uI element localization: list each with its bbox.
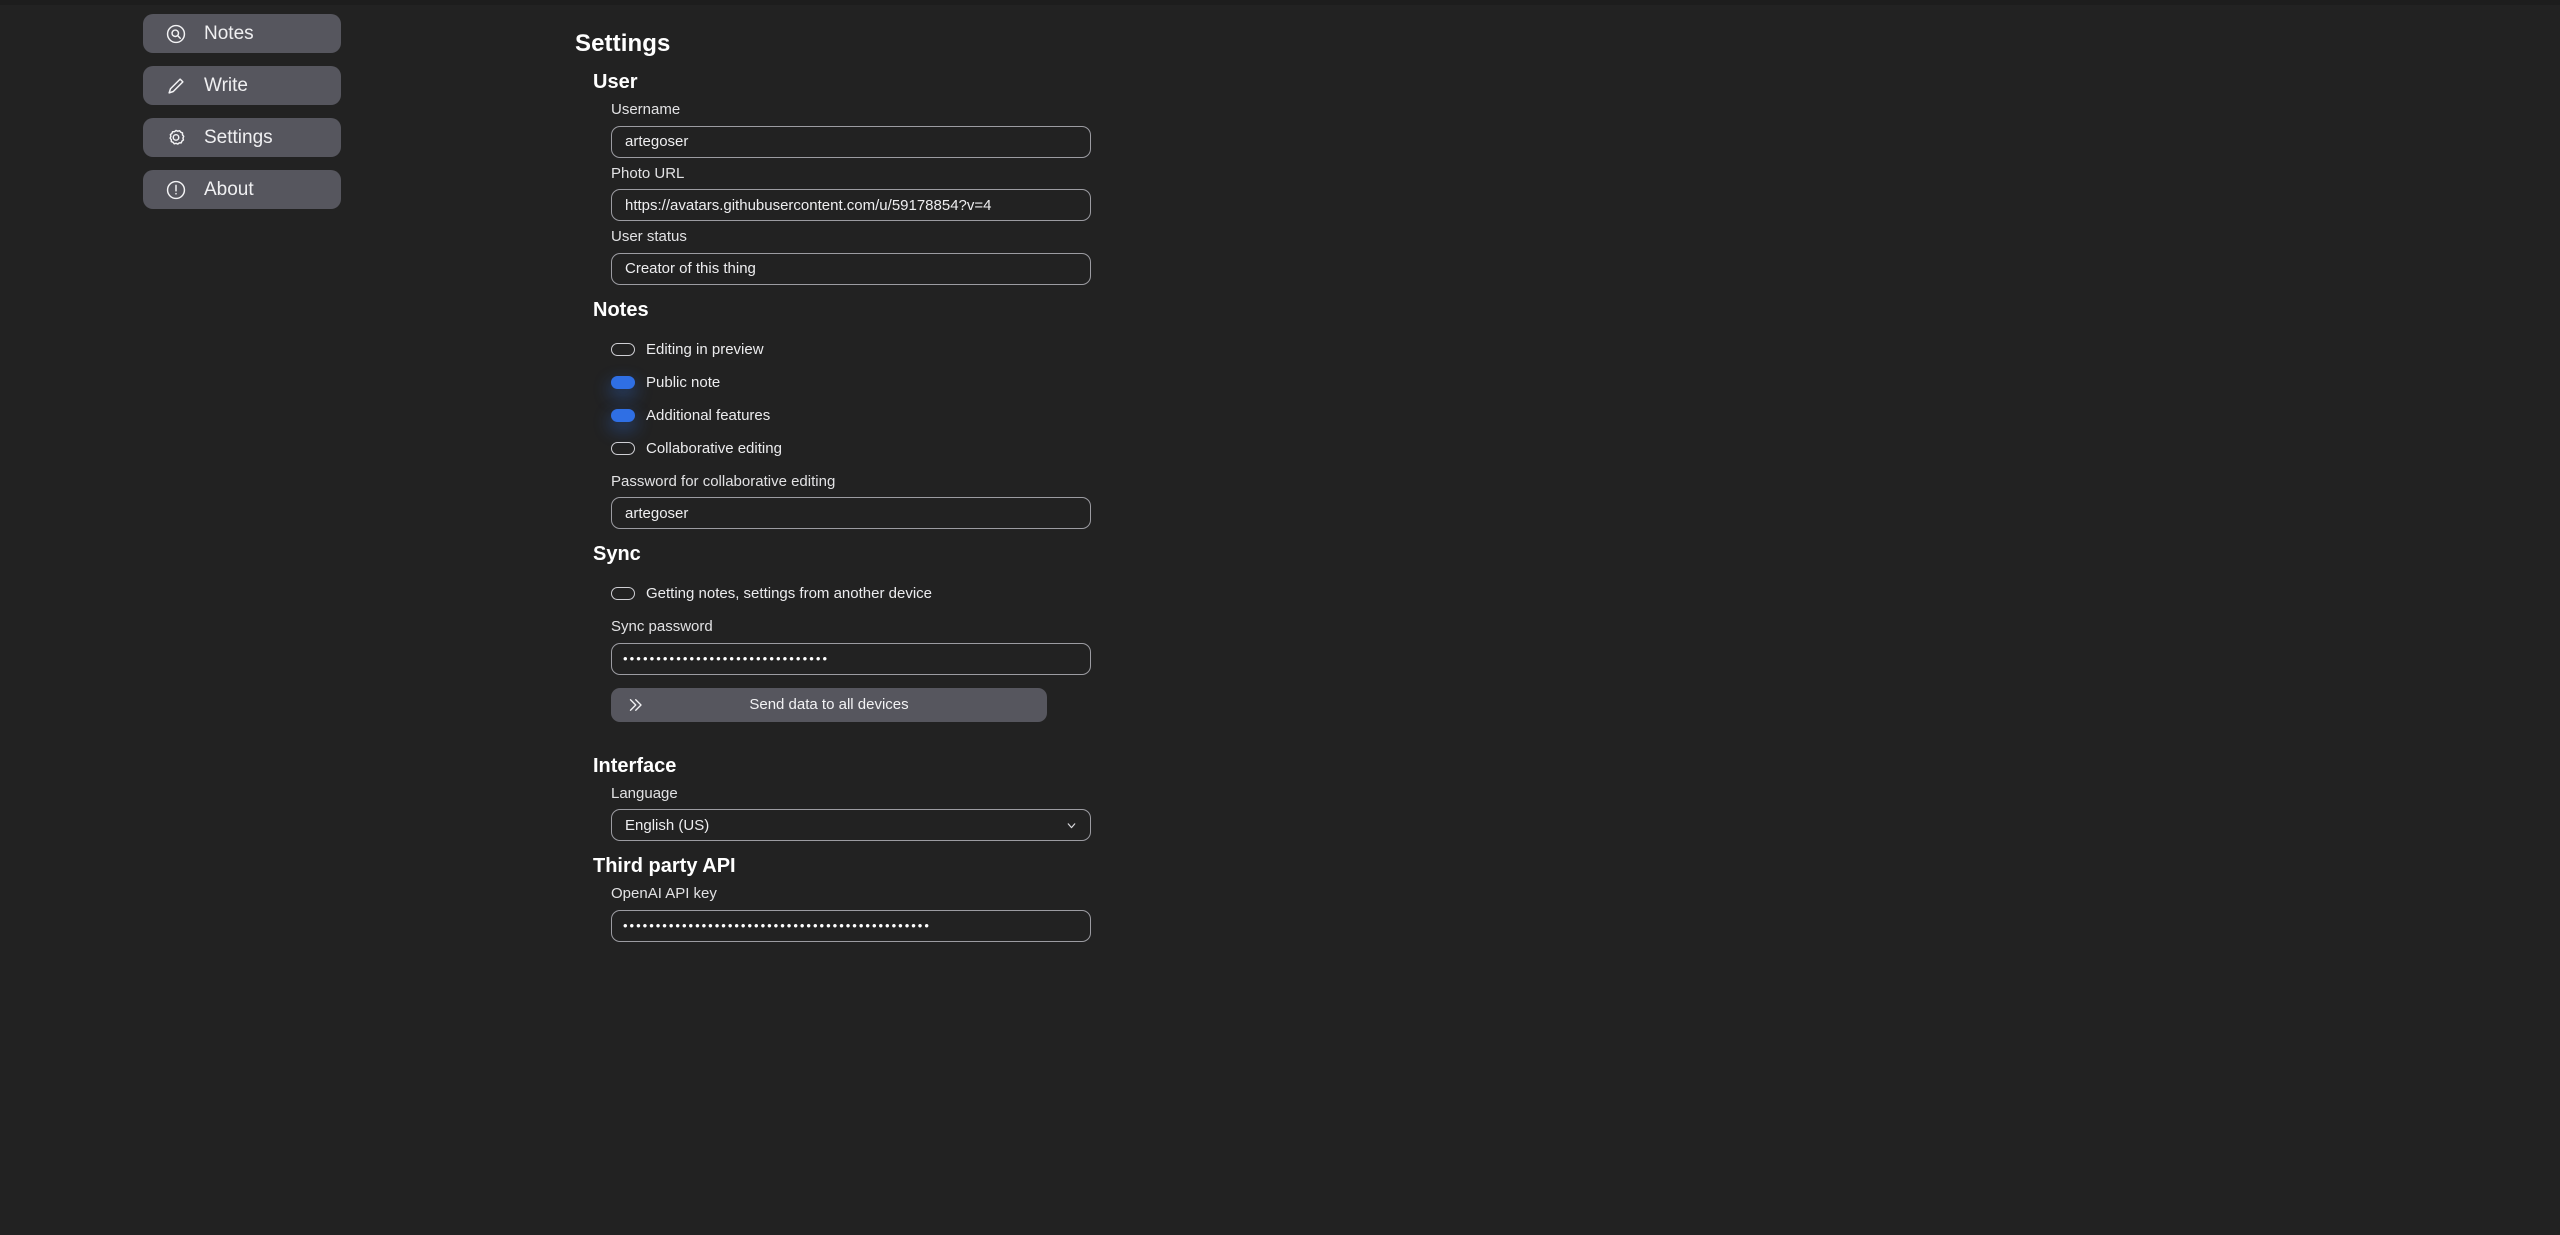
collab-password-label: Password for collaborative editing: [611, 472, 836, 490]
toggle-getting-notes-from-another-device[interactable]: Getting notes, settings from another dev…: [611, 580, 1458, 607]
settings-content: Settings User Username artegoser Photo U…: [558, 30, 1458, 950]
toggle-editing-in-preview[interactable]: Editing in preview: [611, 336, 1458, 363]
language-selected-value: English (US): [625, 816, 710, 834]
page-title: Settings: [575, 30, 671, 57]
gear-icon: [165, 127, 187, 149]
photo-url-label: Photo URL: [611, 164, 685, 182]
toggle-label: Getting notes, settings from another dev…: [646, 585, 932, 602]
sidebar-item-label: Notes: [204, 22, 254, 44]
sidebar-item-write[interactable]: Write: [143, 66, 341, 105]
collab-password-input[interactable]: artegoser: [611, 497, 1091, 529]
toggle-switch[interactable]: [611, 342, 635, 356]
toggle-public-note[interactable]: Public note: [611, 369, 1458, 396]
sync-password-label: Sync password: [611, 618, 713, 635]
section-title-sync: Sync: [593, 543, 641, 565]
chevron-down-icon: [1064, 818, 1078, 832]
openai-api-key-label: OpenAI API key: [611, 885, 717, 902]
username-label: Username: [611, 101, 681, 118]
toggle-switch[interactable]: [611, 587, 635, 600]
toggle-switch[interactable]: [611, 441, 635, 455]
section-interface: Interface Language English (US): [575, 754, 1458, 841]
field-photo-url: Photo URL https://avatars.githubusercont…: [611, 164, 1458, 221]
sidebar-item-label: About: [204, 178, 254, 200]
openai-api-key-input[interactable]: ••••••••••••••••••••••••••••••••••••••••…: [611, 909, 1091, 942]
section-third-party-api: Third party API OpenAI API key •••••••••…: [575, 855, 1458, 942]
field-username: Username artegoser: [611, 101, 1458, 158]
section-notes: Notes Editing in preview Public note Add…: [575, 298, 1458, 529]
info-circle-icon: [165, 179, 187, 201]
toggle-label: Collaborative editing: [646, 439, 782, 457]
username-input[interactable]: artegoser: [611, 125, 1091, 158]
field-openai-api-key: OpenAI API key •••••••••••••••••••••••••…: [611, 885, 1458, 942]
field-language: Language English (US): [611, 784, 1458, 841]
sync-password-input[interactable]: •••••••••••••••••••••••••••••••: [611, 642, 1091, 675]
toggle-additional-features[interactable]: Additional features: [611, 402, 1458, 429]
section-sync: Sync Getting notes, settings from anothe…: [575, 543, 1458, 722]
field-sync-password: Sync password ••••••••••••••••••••••••••…: [611, 618, 1458, 675]
section-title-interface: Interface: [593, 754, 677, 777]
field-user-status: User status Creator of this thing: [611, 228, 1458, 285]
send-button-label: Send data to all devices: [749, 696, 909, 713]
window-top-edge: [0, 0, 2560, 5]
chevron-double-right-icon: [626, 696, 644, 714]
section-title-notes: Notes: [593, 298, 649, 321]
user-status-input[interactable]: Creator of this thing: [611, 252, 1091, 285]
language-select[interactable]: English (US): [611, 809, 1091, 841]
toggle-switch[interactable]: [611, 408, 635, 422]
user-status-label: User status: [611, 228, 687, 245]
sidebar-item-notes[interactable]: Notes: [143, 14, 341, 53]
section-title-third-party-api: Third party API: [593, 855, 736, 877]
toggle-label: Public note: [646, 373, 721, 391]
pencil-icon: [165, 75, 187, 97]
section-title-user: User: [593, 71, 638, 93]
search-circle-icon: [165, 23, 187, 45]
sidebar-item-settings[interactable]: Settings: [143, 118, 341, 157]
toggle-label: Additional features: [646, 406, 771, 424]
language-label: Language: [611, 784, 678, 802]
toggle-switch[interactable]: [611, 375, 635, 389]
photo-url-input[interactable]: https://avatars.githubusercontent.com/u/…: [611, 189, 1091, 221]
sidebar-item-about[interactable]: About: [143, 170, 341, 209]
toggle-label: Editing in preview: [646, 340, 764, 358]
sidebar-item-label: Settings: [204, 126, 273, 148]
toggle-collaborative-editing[interactable]: Collaborative editing: [611, 435, 1458, 462]
sidebar-nav: Notes Write Settings About: [143, 14, 341, 209]
section-user: User Username artegoser Photo URL https:…: [575, 71, 1458, 285]
settings-page: Notes Write Settings About Settings User…: [0, 0, 2560, 1235]
send-data-to-all-devices-button[interactable]: Send data to all devices: [611, 687, 1047, 722]
field-collab-password: Password for collaborative editing arteg…: [611, 472, 1458, 529]
sidebar-item-label: Write: [204, 74, 248, 96]
